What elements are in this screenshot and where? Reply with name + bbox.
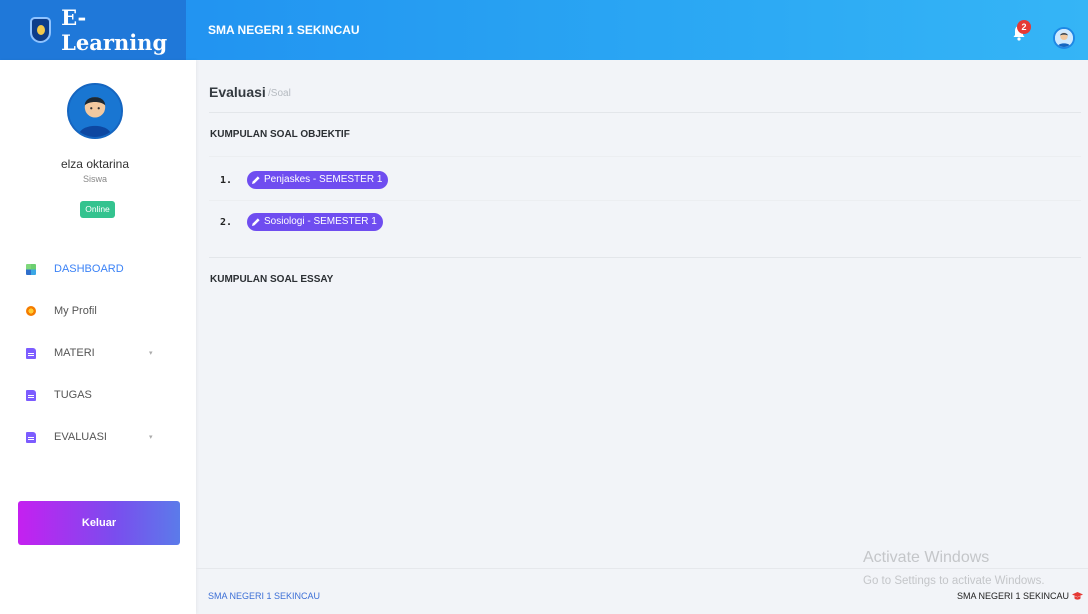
sidebar-item-label: TUGAS xyxy=(54,389,92,401)
objective-section-title: KUMPULAN SOAL OBJEKTIF xyxy=(210,129,350,140)
quiz-link-sosiologi[interactable]: Sosiologi - SEMESTER 1 xyxy=(247,213,383,231)
chevron-down-icon: ▾ xyxy=(149,350,153,357)
sidebar-item-my-profil[interactable]: My Profil xyxy=(0,293,190,329)
school-logo-icon xyxy=(30,17,52,43)
sidebar-item-label: MATERI xyxy=(54,347,95,359)
graduation-cap-icon xyxy=(1072,592,1084,600)
notification-badge: 2 xyxy=(1017,20,1031,34)
document-icon xyxy=(26,347,36,359)
user-avatar[interactable] xyxy=(1053,27,1075,49)
logout-button[interactable]: Keluar xyxy=(18,501,180,545)
divider xyxy=(209,257,1081,258)
sidebar-item-materi[interactable]: MATERI ▾ xyxy=(0,335,190,371)
windows-activation-title: Activate Windows xyxy=(863,549,990,566)
profile-role: Siswa xyxy=(82,174,107,184)
top-bar: E-Learning SMA NEGERI 1 SEKINCAU 2 xyxy=(0,0,1088,60)
profile-icon xyxy=(26,306,36,316)
sidebar-item-tugas[interactable]: TUGAS xyxy=(0,377,190,413)
sidebar: elza oktarina Siswa Online DASHBOARD My … xyxy=(0,60,196,614)
divider xyxy=(209,156,1081,157)
footer-right-label: SMA NEGERI 1 SEKINCAU xyxy=(957,591,1070,601)
item-number: 1. xyxy=(220,174,233,186)
school-name: SMA NEGERI 1 SEKINCAU xyxy=(208,23,360,37)
profile-avatar xyxy=(67,83,123,139)
footer-divider xyxy=(196,568,1088,569)
footer-right-text: SMA NEGERI 1 SEKINCAU xyxy=(957,591,1084,601)
page-title: Evaluasi xyxy=(209,84,266,100)
dashboard-icon xyxy=(26,263,36,275)
sidebar-item-dashboard[interactable]: DASHBOARD xyxy=(0,251,190,287)
sidebar-item-evaluasi[interactable]: EVALUASI ▾ xyxy=(0,419,190,455)
chevron-down-icon: ▾ xyxy=(149,434,153,441)
brand[interactable]: E-Learning xyxy=(0,0,186,60)
breadcrumb: /Soal xyxy=(268,88,291,99)
sidebar-item-label: EVALUASI xyxy=(54,431,107,443)
item-number: 2. xyxy=(220,216,233,228)
brand-title: E-Learning xyxy=(61,5,168,55)
profile-name: elza oktarina xyxy=(60,157,130,171)
windows-activation-hint: Go to Settings to activate Windows. xyxy=(863,575,1045,587)
main-content: Evaluasi /Soal KUMPULAN SOAL OBJEKTIF 1.… xyxy=(196,60,1088,614)
sidebar-item-label: DASHBOARD xyxy=(54,263,124,275)
document-icon xyxy=(26,431,36,443)
quiz-label: Penjaskes - SEMESTER 1 xyxy=(264,174,383,185)
sidebar-item-label: My Profil xyxy=(54,305,97,317)
divider xyxy=(209,200,1081,201)
pencil-icon xyxy=(251,175,261,185)
document-icon xyxy=(26,389,36,401)
divider xyxy=(209,112,1081,113)
quiz-label: Sosiologi - SEMESTER 1 xyxy=(264,216,377,227)
pencil-icon xyxy=(251,217,261,227)
quiz-link-penjaskes[interactable]: Penjaskes - SEMESTER 1 xyxy=(247,171,389,189)
footer-left-text[interactable]: SMA NEGERI 1 SEKINCAU xyxy=(208,591,320,601)
list-item: 2. Sosiologi - SEMESTER 1 xyxy=(210,204,1082,240)
essay-section-title: KUMPULAN SOAL ESSAY xyxy=(210,274,334,285)
list-item: 1. Penjaskes - SEMESTER 1 xyxy=(210,162,1082,198)
status-badge: Online xyxy=(80,201,115,218)
